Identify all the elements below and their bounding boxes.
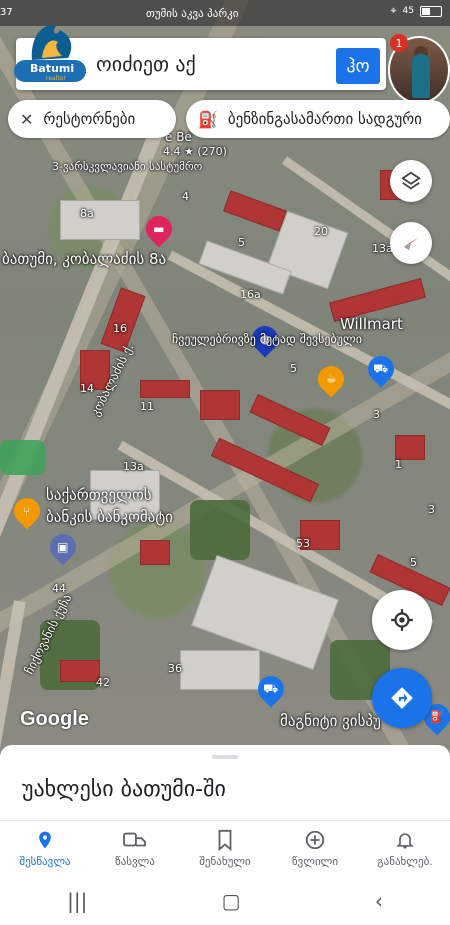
building (60, 660, 100, 682)
building (140, 540, 170, 565)
logo-subtext: realtor (46, 75, 66, 82)
nav-label: წასვლა (115, 855, 155, 868)
house-number: 4 (182, 190, 189, 203)
map-label: ბანკის ბანკომატი (46, 508, 173, 526)
cart-icon: ⛟ (263, 681, 279, 696)
compass-button[interactable] (390, 222, 432, 264)
nav-updates[interactable]: განახლებ. (360, 821, 450, 876)
my-location-icon (391, 609, 413, 631)
nav-contribute[interactable]: წვლილი (270, 821, 360, 876)
battery-icon (420, 5, 442, 17)
status-time: 37 (0, 7, 13, 18)
nav-label: განახლებ. (377, 855, 433, 868)
house-number: 36 (168, 662, 182, 675)
green-area (190, 500, 250, 560)
battery-percent: 45 (402, 6, 414, 16)
chip-restaurants[interactable]: ✕ რესტორნები (8, 100, 176, 138)
fuel-pump-icon: ⛽ (429, 710, 445, 725)
atm-icon: ▣ (57, 540, 69, 554)
sheet-handle[interactable] (212, 755, 238, 759)
notification-badge: 1 (390, 34, 408, 52)
my-location-button[interactable] (372, 590, 432, 650)
building (395, 435, 425, 460)
sheet-title: უახლესი ბათუმი-ში (22, 777, 226, 802)
logo-text: Batumi (30, 62, 75, 75)
map-label: საქართველოს (46, 486, 152, 504)
avatar-person (412, 54, 430, 98)
house-number: 42 (96, 676, 110, 689)
bell-icon (396, 833, 414, 849)
bottom-sheet[interactable]: უახლესი ბათუმი-ში (0, 745, 450, 820)
chip-gas-stations[interactable]: ⛽ ბენზინგასამართი სადგური (186, 100, 450, 138)
building (60, 200, 140, 240)
building (140, 380, 190, 398)
home-button[interactable]: ▢ (222, 889, 241, 913)
map-rating-label: 4.4 ★ (270) (163, 145, 227, 158)
search-bar[interactable]: Batumi realtor ოიძიეთ აქ ჰო (14, 25, 386, 90)
directions-button[interactable] (372, 668, 432, 728)
bookmark-icon (218, 829, 232, 851)
nav-label: წვლილი (291, 855, 339, 868)
cafe-pin[interactable]: ☕ (312, 360, 350, 398)
google-attribution: Google (20, 708, 89, 730)
system-navigation-bar: ||| ▢ ‹ (0, 876, 450, 925)
map-label: ბათუმი, კობალაძის 8ა (2, 250, 167, 268)
map-label: მაგნიტი ვისპუ (280, 712, 381, 730)
map-label: 3-ვარსკვლავიანი სასტუმრო (52, 160, 203, 173)
fork-knife-icon: ⑂ (23, 504, 31, 519)
nav-label: შენახული (199, 855, 251, 868)
house-number: 20 (314, 225, 328, 238)
hotel-pin[interactable]: ▬ (140, 210, 178, 248)
nav-go[interactable]: წასვლა (90, 821, 180, 876)
search-go-button[interactable]: ჰო (336, 48, 380, 84)
house-number: 44 (52, 582, 66, 595)
house-number: 1 (395, 458, 402, 471)
status-notification: თუმის აკვა პარკი (146, 6, 239, 20)
map-label: Willmart (340, 315, 403, 333)
layers-icon (401, 171, 421, 190)
layers-button[interactable] (390, 160, 432, 202)
chip-label: რესტორნები (43, 110, 136, 128)
bed-icon: ▬ (153, 222, 165, 236)
atm-pin[interactable]: ▣ (44, 528, 82, 566)
commute-icon (123, 832, 146, 847)
add-circle-icon (305, 830, 325, 850)
map-label: ჩვეულებრივზე მეტად შევსებული (172, 332, 362, 346)
house-number: 16a (240, 288, 261, 301)
house-number: 3 (428, 503, 435, 516)
location-icon: ⌖ (390, 4, 397, 17)
fuel-pump-icon: ⛽ (198, 109, 218, 129)
house-number: 14 (80, 382, 94, 395)
explore-pin-icon (39, 831, 51, 849)
road (0, 600, 26, 760)
house-number: 3 (373, 408, 380, 421)
recent-apps-button[interactable]: ||| (67, 889, 87, 913)
building (249, 394, 331, 446)
nav-saved[interactable]: შენახული (180, 821, 270, 876)
green-area (0, 440, 45, 475)
building (180, 650, 260, 690)
house-number: 8a (80, 207, 94, 220)
back-button[interactable]: ‹ (375, 889, 383, 913)
house-number: 13a (123, 460, 144, 473)
building (200, 390, 240, 420)
bottom-navigation: შესწავლა წასვლა შენახული წვლილი განახლებ… (0, 820, 450, 876)
nav-explore[interactable]: შესწავლა (0, 821, 90, 876)
house-number: 5 (238, 236, 245, 249)
house-number: 16 (113, 322, 127, 335)
fork-knife-icon: ✕ (20, 109, 34, 129)
chip-label: ბენზინგასამართი სადგური (227, 110, 422, 128)
building (223, 190, 287, 232)
house-number: 11 (140, 400, 154, 413)
house-number: 53 (296, 537, 310, 550)
search-placeholder[interactable]: ოიძიეთ აქ (96, 52, 196, 76)
house-number: 5 (290, 362, 297, 375)
nav-label: შესწავლა (19, 855, 71, 868)
directions-icon (391, 687, 413, 709)
cart-icon: ⛟ (373, 361, 389, 376)
compass-icon (403, 237, 419, 251)
house-number: 5 (410, 556, 417, 569)
cup-icon: ☕ (325, 372, 337, 387)
building (210, 437, 320, 503)
